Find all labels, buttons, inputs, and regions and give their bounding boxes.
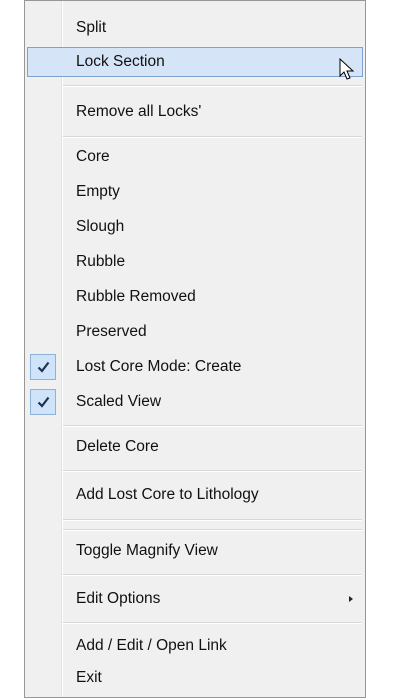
menu-item-scaled-view[interactable]: Scaled View — [27, 387, 363, 417]
menu-item-delete-core[interactable]: Delete Core — [27, 432, 363, 462]
menu-item-label: Slough — [76, 218, 125, 235]
menu-separator — [63, 622, 362, 624]
menu-item-label: Rubble — [76, 253, 126, 270]
menu-separator — [63, 470, 362, 472]
menu-item-label: Edit Options — [76, 590, 161, 607]
menu-separator — [63, 529, 362, 531]
menu-item-remove-all-locks[interactable]: Remove all Locks' — [27, 97, 363, 127]
menu-separator — [63, 425, 362, 427]
menu-item-lost-core-mode[interactable]: Lost Core Mode: Create — [27, 352, 363, 382]
menu-item-label: Preserved — [76, 323, 147, 340]
checkmark-icon — [30, 389, 56, 415]
menu-item-lock-section[interactable]: Lock Section — [27, 47, 363, 77]
checkmark-icon — [30, 354, 56, 380]
menu-item-rubble[interactable]: Rubble — [27, 247, 363, 277]
menu-item-rubble-removed[interactable]: Rubble Removed — [27, 282, 363, 312]
menu-item-slough[interactable]: Slough — [27, 212, 363, 242]
menu-separator — [63, 574, 362, 576]
menu-item-edit-options[interactable]: Edit Options — [27, 584, 363, 614]
menu-item-label: Add / Edit / Open Link — [76, 637, 227, 654]
menu-item-label: Core — [76, 148, 110, 165]
menu-separator — [63, 519, 362, 521]
menu-item-label: Delete Core — [76, 438, 159, 455]
menu-item-label: Toggle Magnify View — [76, 542, 218, 559]
submenu-arrow-icon — [349, 596, 353, 602]
menu-item-label: Add Lost Core to Lithology — [76, 486, 259, 503]
context-menu: Split Lock Section Remove all Locks' Cor… — [24, 0, 366, 698]
menu-item-label: Exit — [76, 669, 102, 686]
menu-item-label: Lost Core Mode: Create — [76, 358, 242, 375]
menu-item-label: Split — [76, 19, 107, 36]
menu-item-exit[interactable]: Exit — [27, 663, 363, 693]
menu-item-empty[interactable]: Empty — [27, 177, 363, 207]
menu-item-preserved[interactable]: Preserved — [27, 317, 363, 347]
menu-item-toggle-magnify-view[interactable]: Toggle Magnify View — [27, 536, 363, 566]
menu-item-add-lost-core-to-lithology[interactable]: Add Lost Core to Lithology — [27, 480, 363, 510]
menu-item-label: Scaled View — [76, 393, 162, 410]
menu-item-split[interactable]: Split — [27, 13, 363, 43]
mouse-cursor-icon — [339, 58, 355, 80]
menu-item-label: Empty — [76, 183, 120, 200]
menu-item-core[interactable]: Core — [27, 142, 363, 172]
menu-item-label: Remove all Locks' — [76, 103, 202, 120]
menu-item-label: Rubble Removed — [76, 288, 196, 305]
menu-separator — [63, 136, 362, 138]
menu-item-add-edit-open-link[interactable]: Add / Edit / Open Link — [27, 631, 363, 661]
menu-separator — [63, 85, 362, 87]
menu-item-label: Lock Section — [76, 53, 165, 70]
